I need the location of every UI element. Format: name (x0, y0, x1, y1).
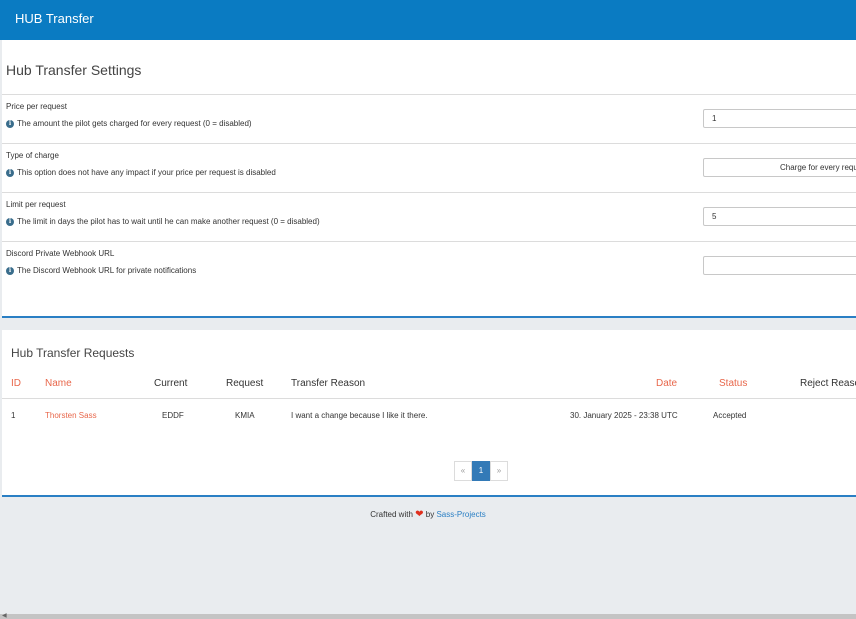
info-icon: i (6, 168, 14, 177)
settings-panel: Hub Transfer Settings Price per request … (2, 40, 856, 318)
top-bar: HUB Transfer (0, 0, 856, 40)
pagination-next[interactable]: » (490, 461, 508, 481)
table-row: 1 Thorsten Sass EDDF KMIA I want a chang… (2, 400, 856, 430)
setting-label: Limit per request (6, 200, 66, 209)
pagination-page[interactable]: 1 (472, 461, 490, 481)
footer-by: by (425, 510, 435, 519)
setting-label: Discord Private Webhook URL (6, 249, 115, 258)
cell-reason: I want a change because I like it there. (291, 411, 428, 420)
cell-status: Accepted (713, 411, 747, 420)
cell-date: 30. January 2025 - 23:38 UTC (570, 411, 678, 420)
cell-current: EDDF (162, 411, 184, 420)
limit-per-request-input[interactable]: 5 (703, 207, 856, 226)
info-icon: i (6, 119, 14, 128)
setting-help: i This option does not have any impact if… (6, 168, 276, 177)
horizontal-scrollbar[interactable]: ◀ (0, 612, 856, 619)
requests-panel: Hub Transfer Requests ID Name Current Re… (2, 330, 856, 497)
setting-help: i The amount the pilot gets charged for e… (6, 119, 252, 128)
col-current: Current (154, 378, 188, 389)
setting-price-per-request: Price per request i The amount the pilot … (2, 94, 856, 143)
col-id[interactable]: ID (11, 378, 21, 389)
col-status[interactable]: Status (719, 378, 747, 389)
requests-title: Hub Transfer Requests (11, 346, 135, 360)
col-date[interactable]: Date (656, 378, 677, 389)
col-request: Request (226, 378, 264, 389)
cell-name-link[interactable]: Thorsten Sass (45, 411, 97, 420)
setting-discord-webhook: Discord Private Webhook URL i The Discord… (2, 241, 856, 290)
info-icon: i (6, 217, 14, 226)
setting-type-of-charge: Type of charge i This option does not hav… (2, 143, 856, 192)
setting-help: i The limit in days the pilot has to wait… (6, 217, 320, 226)
settings-title: Hub Transfer Settings (6, 62, 142, 78)
footer: Crafted with ❤ by Sass-Projects (0, 509, 856, 520)
discord-webhook-input[interactable] (703, 256, 856, 275)
cell-id: 1 (11, 411, 16, 420)
price-per-request-input[interactable]: 1 (703, 109, 856, 128)
col-reject-reason: Reject Reason (800, 378, 856, 389)
info-icon: i (6, 266, 14, 275)
setting-help: i The Discord Webhook URL for private not… (6, 266, 196, 275)
setting-label: Price per request (6, 102, 67, 111)
scroll-left-icon[interactable]: ◀ (2, 612, 7, 619)
type-of-charge-select[interactable]: Charge for every request (703, 158, 856, 177)
type-of-charge-value: Charge for every request (780, 163, 856, 172)
footer-brand-link[interactable]: Sass-Projects (436, 510, 485, 519)
col-reason: Transfer Reason (291, 378, 366, 389)
app-title: HUB Transfer (15, 11, 94, 26)
setting-help-text: The amount the pilot gets charged for ev… (17, 119, 252, 128)
setting-help-text: The Discord Webhook URL for private noti… (17, 266, 197, 275)
table-header: ID Name Current Request Transfer Reason … (2, 377, 856, 399)
pagination-prev[interactable]: « (454, 461, 472, 481)
cell-request: KMIA (235, 411, 255, 420)
setting-help-text: This option does not have any impact if … (17, 168, 276, 177)
setting-help-text: The limit in days the pilot has to wait … (17, 217, 320, 226)
col-name[interactable]: Name (45, 378, 72, 389)
heart-icon: ❤ (415, 509, 424, 520)
setting-limit-per-request: Limit per request i The limit in days the… (2, 192, 856, 241)
setting-label: Type of charge (6, 151, 59, 160)
footer-prefix: Crafted with (370, 510, 413, 519)
pagination: « 1 » (454, 461, 508, 481)
